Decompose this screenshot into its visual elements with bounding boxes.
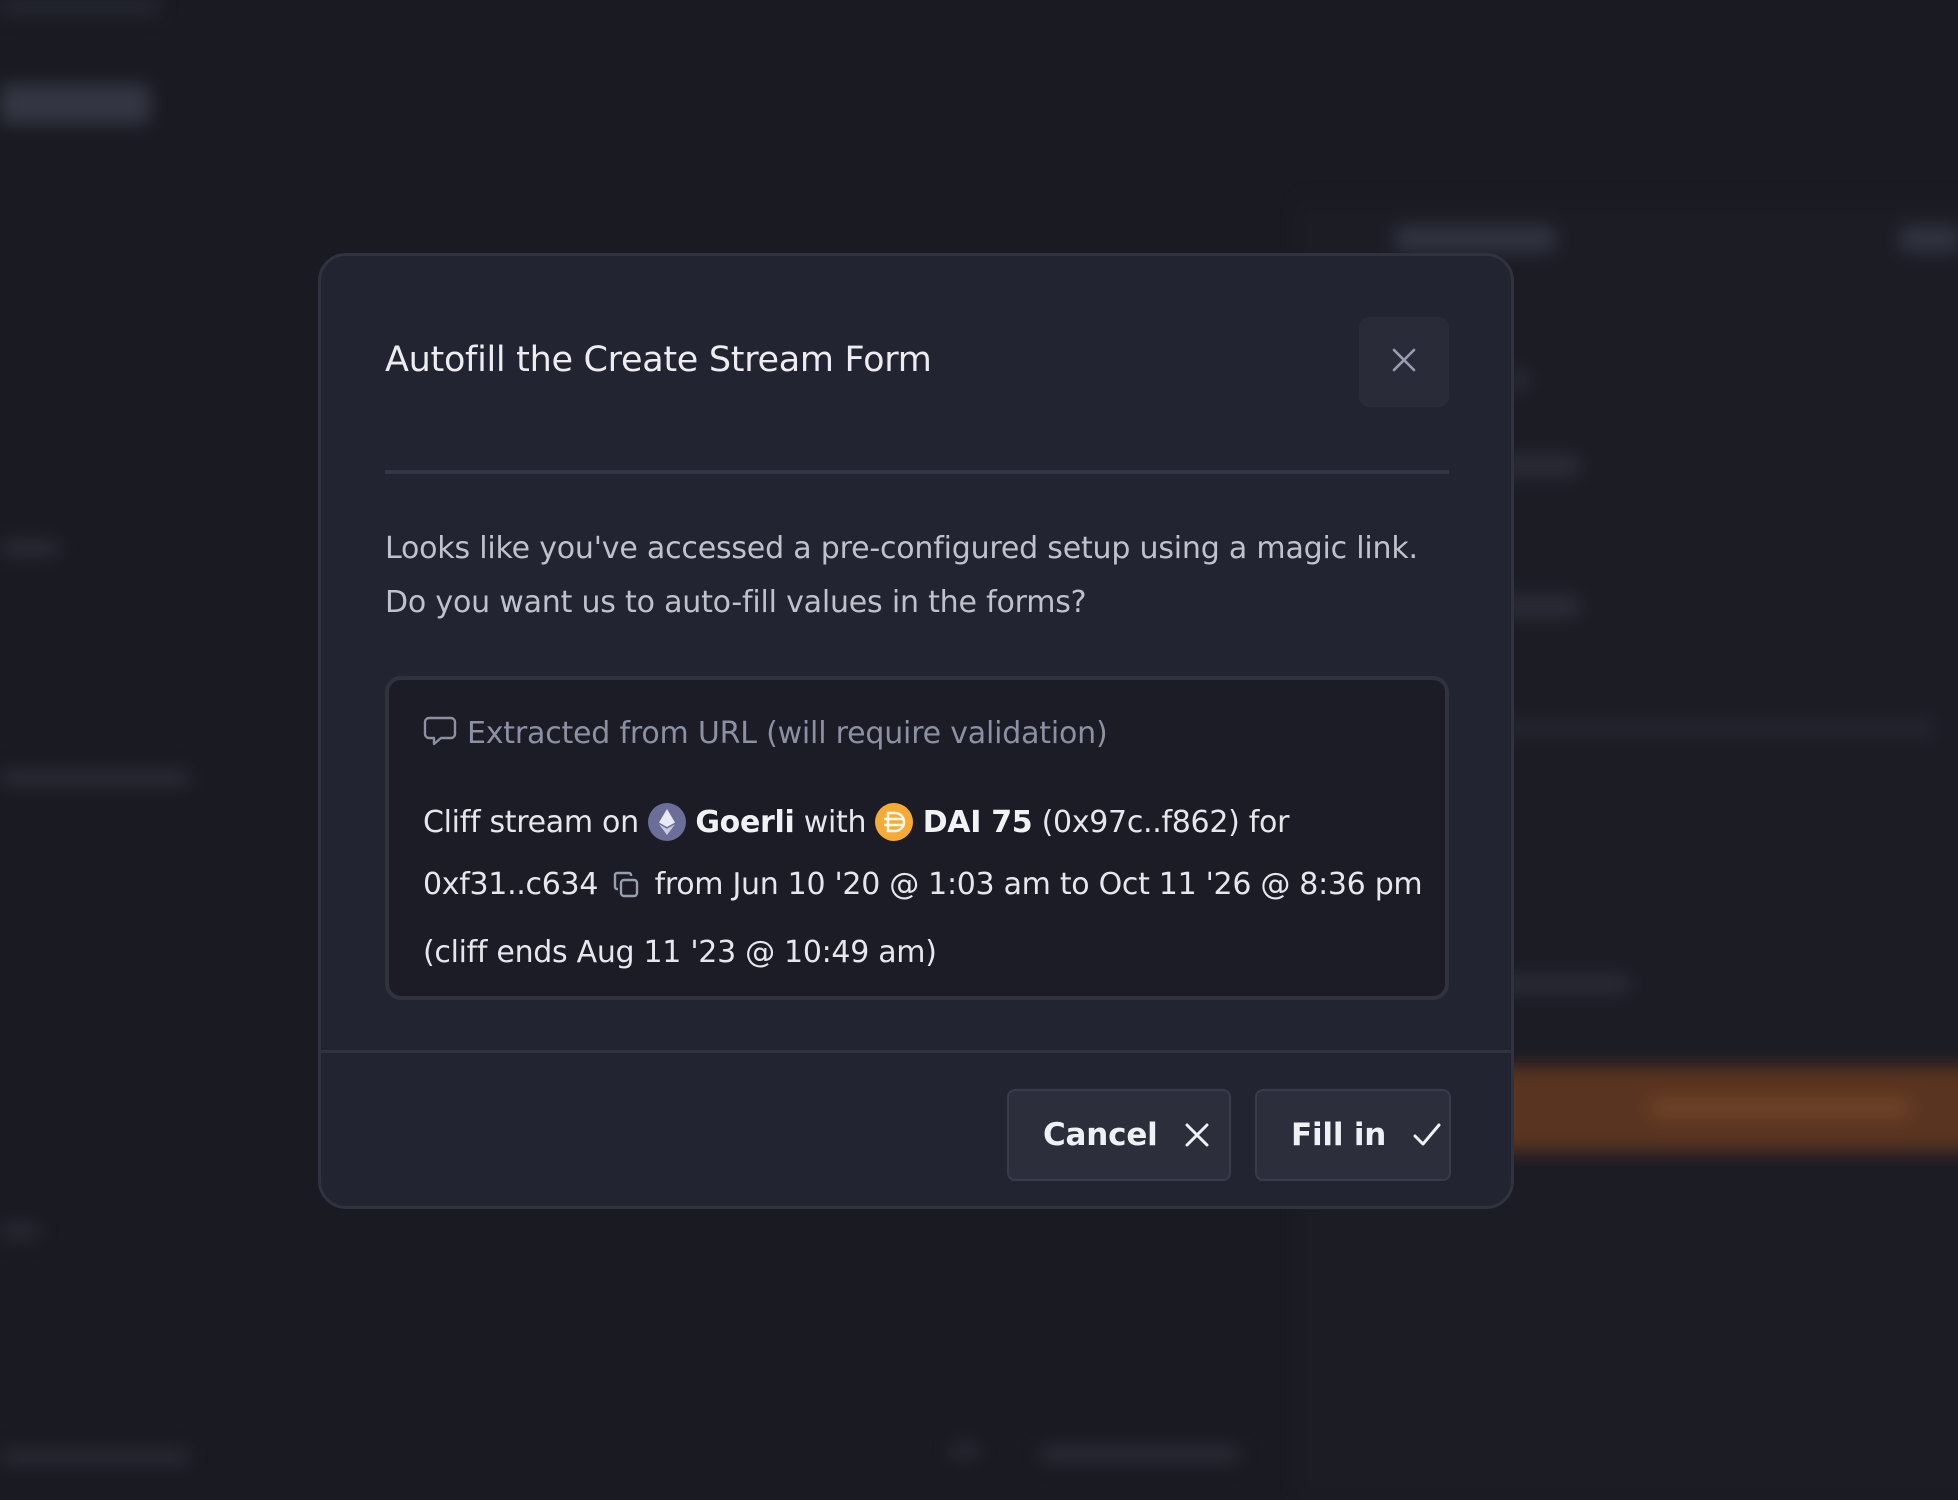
background-block <box>1395 226 1555 252</box>
extracted-header: Extracted from URL (will require validat… <box>423 714 1108 752</box>
background-block <box>1900 226 1958 252</box>
fill-in-button[interactable]: Fill in <box>1255 1089 1451 1181</box>
cancel-button[interactable]: Cancel <box>1007 1089 1231 1181</box>
autofill-modal: Autofill the Create Stream Form Looks li… <box>318 253 1514 1209</box>
background-block <box>950 1444 980 1458</box>
extracted-summary: Cliff stream on Goerli with DAI 75 (0x97… <box>423 792 1423 984</box>
copy-icon[interactable] <box>611 860 641 922</box>
recipient-address: 0xf31..c634 <box>423 867 599 902</box>
for-text: for <box>1248 805 1290 840</box>
with-text: with <box>803 805 867 840</box>
token-amount: DAI 75 <box>922 805 1033 840</box>
modal-footer: Cancel Fill in <box>321 1050 1511 1206</box>
modal-header: Autofill the Create Stream Form <box>385 256 1449 474</box>
background-primary-button <box>1460 1066 1958 1152</box>
background-block <box>0 1450 190 1464</box>
dai-icon <box>875 803 914 841</box>
extracted-header-text: Extracted from URL (will require validat… <box>467 715 1108 751</box>
background-block <box>0 0 160 14</box>
close-button[interactable] <box>1359 317 1449 407</box>
x-icon <box>1184 1122 1210 1148</box>
background-block <box>0 1224 40 1238</box>
modal-description: Looks like you've accessed a pre-configu… <box>385 531 1418 620</box>
token-address: (0x97c..f862) <box>1041 805 1240 840</box>
extracted-details-box: Extracted from URL (will require validat… <box>385 676 1449 1000</box>
stream-type-text: Cliff stream on <box>423 805 639 840</box>
background-block <box>1500 975 1630 993</box>
checkmark-icon <box>1412 1121 1442 1149</box>
chain-name: Goerli <box>695 805 795 840</box>
speech-bubble-icon <box>423 714 457 752</box>
background-block <box>0 770 190 786</box>
cancel-button-label: Cancel <box>1043 1117 1158 1153</box>
background-block <box>0 540 60 556</box>
background-block <box>1650 1098 1910 1118</box>
background-heading <box>0 84 150 124</box>
close-icon <box>1391 347 1417 377</box>
fill-in-button-label: Fill in <box>1291 1117 1387 1153</box>
ethereum-icon <box>648 803 687 841</box>
modal-title: Autofill the Create Stream Form <box>385 340 932 380</box>
cliff-end: (cliff ends Aug 11 '23 @ 10:49 am) <box>423 935 937 970</box>
background-block <box>1040 1446 1240 1462</box>
date-range: from Jun 10 '20 @ 1:03 am to Oct 11 '26 … <box>654 867 1423 902</box>
